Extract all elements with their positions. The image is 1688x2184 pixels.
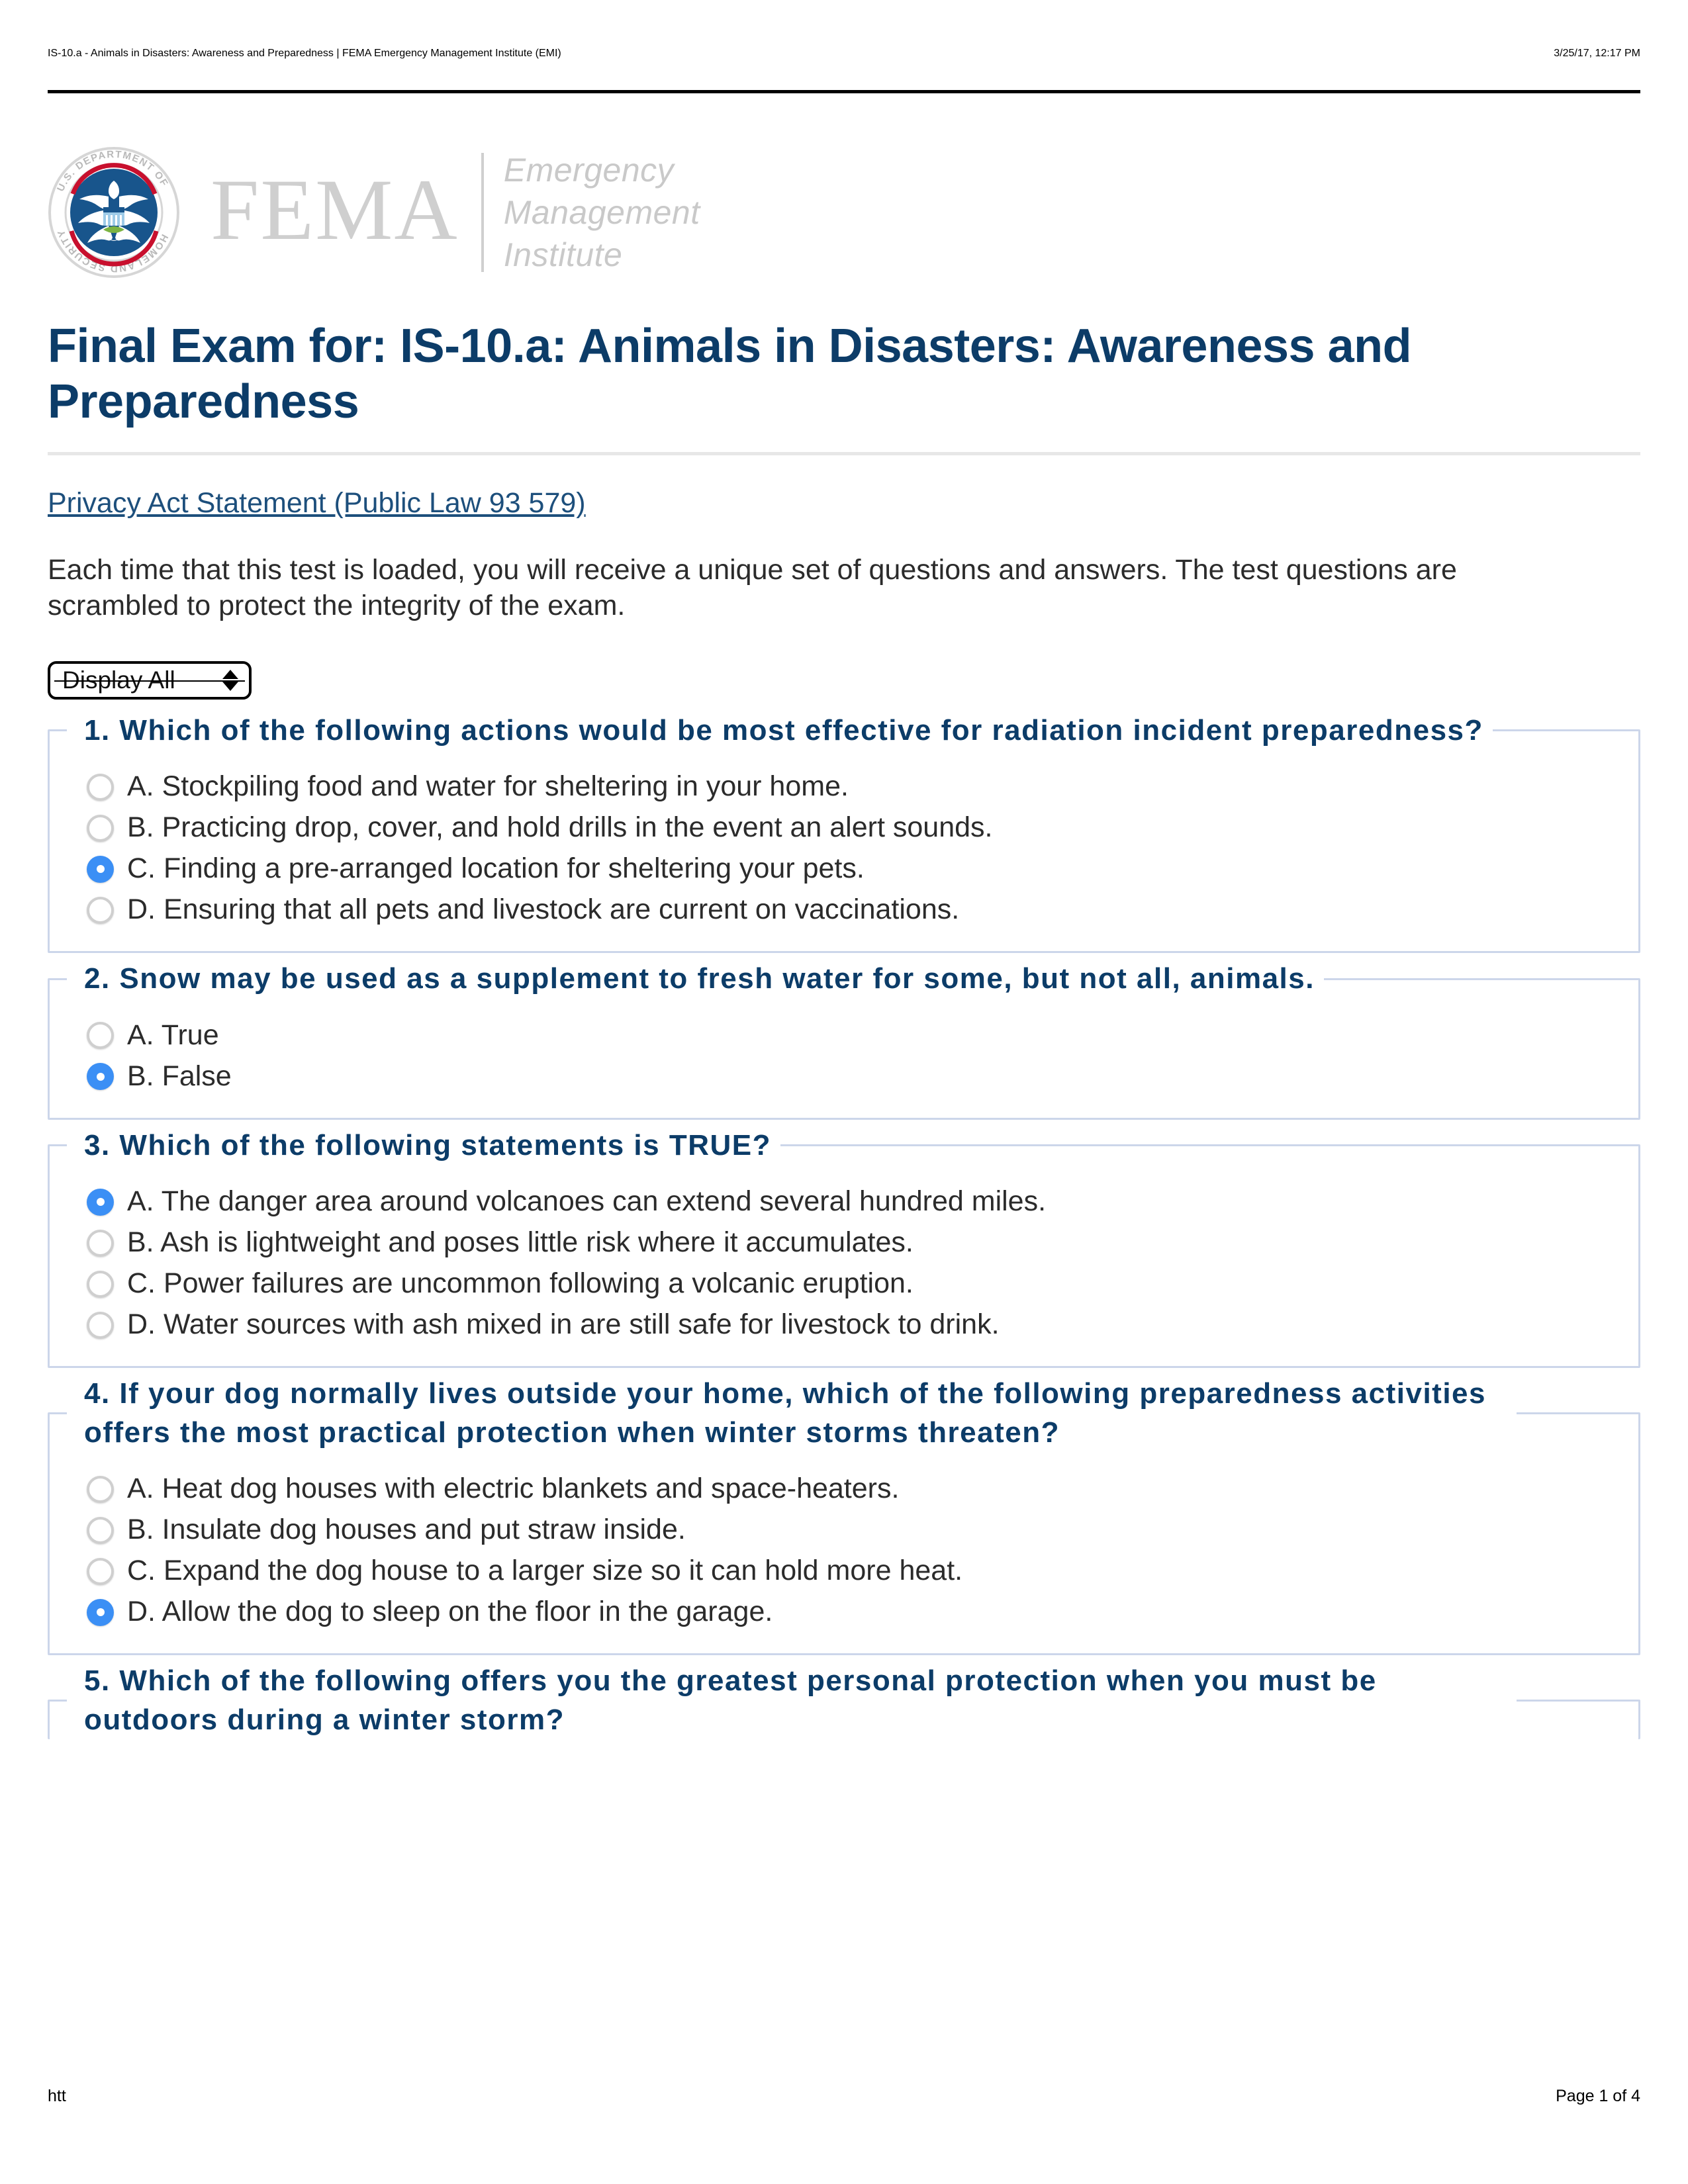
question-2: 2. Snow may be used as a supplement to f… (48, 960, 1640, 1120)
fema-wordmark: FEMA Emergency Management Institute (211, 150, 700, 275)
option-2b[interactable]: B. False (87, 1057, 1638, 1097)
option-1a-label: A. Stockpiling food and water for shelte… (127, 770, 849, 803)
radio-3d[interactable] (87, 1311, 114, 1339)
page-content: U.S. DEPARTMENT OF HOMELAND SECURITY FEM… (48, 99, 1640, 1746)
privacy-act-link[interactable]: Privacy Act Statement (Public Law 93 579… (48, 486, 586, 522)
radio-2a[interactable] (87, 1022, 114, 1050)
option-1d[interactable]: D. Ensuring that all pets and livestock … (87, 890, 1638, 930)
question-3: 3. Which of the following statements is … (48, 1126, 1640, 1369)
page-title: Final Exam for: IS-10.a: Animals in Disa… (48, 320, 1412, 429)
question-5-text: 5. Which of the following offers you the… (84, 1664, 1377, 1736)
emi-wordmark: Emergency Management Institute (504, 149, 700, 276)
print-header-title: IS-10.a - Animals in Disasters: Awarenes… (48, 48, 561, 59)
wordmark-divider (481, 152, 484, 272)
option-1d-label: D. Ensuring that all pets and livestock … (127, 893, 960, 926)
option-4a-label: A. Heat dog houses with electric blanket… (127, 1473, 900, 1505)
option-3b[interactable]: B. Ash is lightweight and poses little r… (87, 1223, 1638, 1263)
option-4d-label: D. Allow the dog to sleep on the floor i… (127, 1596, 773, 1628)
option-1b[interactable]: B. Practicing drop, cover, and hold dril… (87, 808, 1638, 848)
option-3d-label: D. Water sources with ash mixed in are s… (127, 1308, 1000, 1341)
question-2-text: 2. Snow may be used as a supplement to f… (84, 962, 1315, 995)
emi-line-3: Institute (503, 236, 623, 273)
select-strike-line (54, 680, 245, 682)
radio-4b[interactable] (87, 1516, 114, 1544)
question-1: 1. Which of the following actions would … (48, 711, 1640, 954)
question-5: 5. Which of the following offers you the… (48, 1662, 1640, 1740)
emi-line-2: Management (503, 193, 700, 231)
radio-3a[interactable] (87, 1188, 114, 1216)
option-3b-label: B. Ash is lightweight and poses little r… (127, 1226, 914, 1259)
radio-1c[interactable] (87, 855, 114, 883)
option-3d[interactable]: D. Water sources with ash mixed in are s… (87, 1305, 1638, 1345)
option-3a[interactable]: A. The danger area around volcanoes can … (87, 1182, 1638, 1222)
option-3a-label: A. The danger area around volcanoes can … (127, 1185, 1047, 1218)
option-4d[interactable]: D. Allow the dog to sleep on the floor i… (87, 1592, 1638, 1632)
option-1a[interactable]: A. Stockpiling food and water for shelte… (87, 767, 1638, 807)
question-1-text: 1. Which of the following actions would … (84, 713, 1483, 747)
option-1c[interactable]: C. Finding a pre-arranged location for s… (87, 849, 1638, 889)
question-2-options: A. True B. False (50, 999, 1638, 1097)
option-2b-label: B. False (127, 1060, 232, 1092)
radio-1a[interactable] (87, 773, 114, 801)
print-header: IS-10.a - Animals in Disasters: Awarenes… (48, 48, 1640, 93)
question-4-text: 4. If your dog normally lives outside yo… (84, 1377, 1486, 1449)
print-footer-url: htt (48, 2087, 66, 2105)
radio-4a[interactable] (87, 1475, 114, 1503)
select-stepper-arrows-icon[interactable] (222, 669, 238, 691)
print-footer-page: Page 1 of 4 (1556, 2087, 1640, 2105)
display-all-select[interactable]: Display All (48, 660, 252, 700)
dhs-seal-icon: U.S. DEPARTMENT OF HOMELAND SECURITY (48, 146, 180, 279)
option-2a[interactable]: A. True (87, 1016, 1638, 1056)
option-2a-label: A. True (127, 1019, 219, 1051)
emi-line-1: Emergency (503, 151, 675, 189)
display-select-wrapper: Display All (48, 660, 252, 700)
option-4c[interactable]: C. Expand the dog house to a larger size… (87, 1551, 1638, 1591)
radio-4d[interactable] (87, 1598, 114, 1626)
radio-1b[interactable] (87, 814, 114, 842)
radio-3c[interactable] (87, 1270, 114, 1298)
option-3c[interactable]: C. Power failures are uncommon following… (87, 1264, 1638, 1304)
option-4b[interactable]: B. Insulate dog houses and put straw ins… (87, 1510, 1638, 1550)
question-4-options: A. Heat dog houses with electric blanket… (50, 1452, 1638, 1632)
option-1c-label: C. Finding a pre-arranged location for s… (127, 852, 865, 885)
question-3-text: 3. Which of the following statements is … (84, 1128, 771, 1161)
radio-2b[interactable] (87, 1063, 114, 1091)
question-list: 1. Which of the following actions would … (48, 711, 1640, 1740)
fema-wordmark-text: FEMA (211, 160, 459, 258)
print-header-date: 3/25/17, 12:17 PM (1554, 48, 1640, 59)
radio-1d[interactable] (87, 896, 114, 924)
title-divider (48, 452, 1640, 456)
print-footer: htt Page 1 of 4 (48, 2087, 1640, 2106)
option-4c-label: C. Expand the dog house to a larger size… (127, 1555, 963, 1587)
option-1b-label: B. Practicing drop, cover, and hold dril… (127, 811, 993, 844)
question-4: 4. If your dog normally lives outside yo… (48, 1375, 1640, 1656)
intro-paragraph: Each time that this test is loaded, you … (48, 554, 1457, 622)
option-4a[interactable]: A. Heat dog houses with electric blanket… (87, 1469, 1638, 1509)
radio-3b[interactable] (87, 1229, 114, 1257)
option-4b-label: B. Insulate dog houses and put straw ins… (127, 1514, 686, 1546)
question-3-options: A. The danger area around volcanoes can … (50, 1165, 1638, 1345)
option-3c-label: C. Power failures are uncommon following… (127, 1267, 914, 1300)
radio-4c[interactable] (87, 1557, 114, 1585)
question-1-options: A. Stockpiling food and water for shelte… (50, 750, 1638, 930)
fema-emi-logo: U.S. DEPARTMENT OF HOMELAND SECURITY FEM… (48, 144, 1640, 280)
